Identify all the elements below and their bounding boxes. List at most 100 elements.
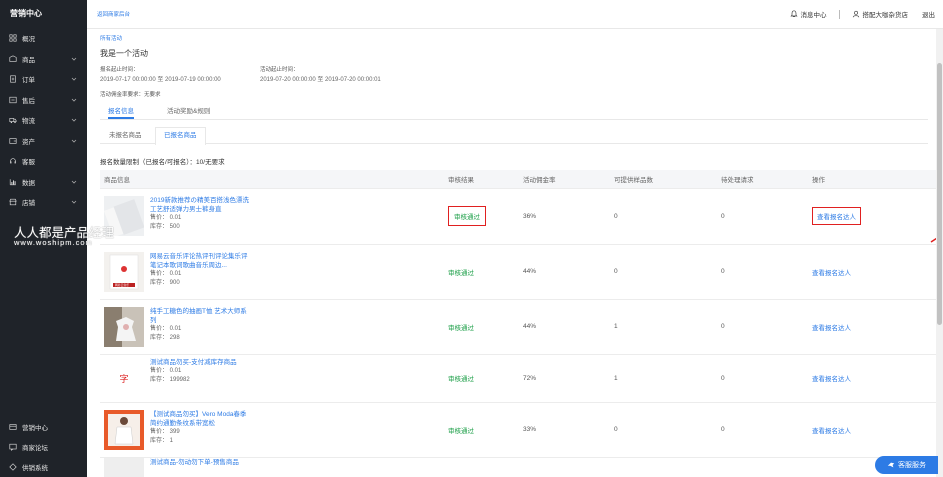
chevron-down-icon	[71, 57, 77, 61]
user-icon	[852, 10, 859, 18]
sidebar-item-label: 物流	[22, 118, 35, 126]
product-name-link[interactable]: 测试商品-勿动勿下单-预售商品	[150, 458, 250, 467]
thumbnail-caption: 网易云音乐	[115, 282, 129, 287]
sidebar-bottom-item-2[interactable]: 供销系统	[0, 457, 87, 477]
commission-rate: 44%	[519, 299, 610, 355]
main-tabs: 报名信息 活动奖励&规则	[100, 103, 928, 120]
back-to-merchant-link[interactable]: 返回商家后台	[97, 10, 130, 18]
product-thumbnail[interactable]: 字	[104, 358, 144, 398]
product-price: 售价： 399	[150, 428, 180, 435]
sidebar-item-6[interactable]: 客服	[0, 151, 87, 172]
sidebar-item-label: 数据	[22, 179, 35, 187]
message-center-button[interactable]: 消息中心	[789, 9, 827, 19]
page-scrollbar[interactable]	[936, 29, 943, 477]
product-name-link[interactable]: 纯手工糖色的抽画T恤 艺术大师系列	[150, 307, 250, 325]
product-icon	[9, 55, 17, 63]
store-icon	[9, 198, 17, 206]
product-name-link[interactable]: 2019新款推荐の精美百搭浅色漂洗工艺舒适弹力男士裤身直	[150, 196, 250, 214]
forum-icon	[9, 443, 17, 451]
commission-rate: 36%	[519, 188, 610, 245]
product-stock: 库存： 500	[150, 224, 180, 230]
sidebar-item-label: 售后	[22, 97, 35, 105]
sidebar-item-8[interactable]: 店铺	[0, 192, 87, 213]
product-name-link[interactable]: 【测试商品勿买】Vero Moda春季简约通勤条纹系带宽松	[150, 410, 250, 428]
table-row: 【测试商品勿买】Vero Moda春季简约通勤条纹系带宽松 售价： 399 库存…	[100, 402, 936, 458]
sidebar-item-label: 供销系统	[22, 465, 48, 472]
quota-text: 报名数量限制（已报名/可报名）：10/无要求	[100, 159, 225, 166]
view-applicants-link[interactable]: 查看报名达人	[812, 270, 851, 277]
commission-rate: 33%	[519, 402, 610, 458]
sidebar-item-4[interactable]: 物流	[0, 110, 87, 131]
subtab-not-signed-up[interactable]: 未报名商品	[100, 127, 151, 144]
chevron-down-icon	[71, 139, 77, 143]
table-row: 网易云音乐 网易云音乐评论热评刊评论集乐评笔记本歌词歌曲音乐周边... 售价： …	[100, 244, 936, 300]
product-price: 售价： 0.01	[150, 368, 182, 374]
tab-signup-info[interactable]: 报名信息	[108, 105, 134, 119]
message-center-label: 消息中心	[800, 12, 827, 19]
view-applicants-link[interactable]: 查看报名达人	[812, 428, 851, 435]
sidebar-bottom-item-1[interactable]: 商家论坛	[0, 437, 87, 457]
review-status-badge: 审核通过	[448, 376, 474, 383]
marketing-icon	[9, 423, 17, 431]
header-divider	[838, 9, 840, 19]
product-thumbnail[interactable]: 网易云音乐	[104, 251, 144, 292]
sidebar-item-1[interactable]: 商品	[0, 49, 87, 70]
sidebar-item-3[interactable]: 售后	[0, 90, 87, 111]
review-status-badge: 审核通过	[448, 324, 474, 332]
sidebar-item-0[interactable]: 概况	[0, 28, 87, 49]
sample-count: 0	[610, 402, 717, 458]
chevron-down-icon	[71, 200, 77, 204]
sidebar-item-7[interactable]: 数据	[0, 172, 87, 193]
product-price: 售价： 0.01	[150, 270, 182, 277]
activity-period-value: 2019-07-20 00:00:00 至 2019-07-20 00:00:0…	[260, 77, 381, 83]
review-status-badge: 审核通过	[448, 427, 474, 435]
review-status-badge: 审核通过	[448, 206, 486, 226]
chevron-down-icon	[71, 118, 77, 122]
sidebar-item-label: 客服	[22, 159, 35, 167]
tab-rewards-rules[interactable]: 活动奖励&规则	[167, 105, 210, 119]
main-content: 所有活动 我是一个活动 报名起止时间： 2019-07-17 00:00:00 …	[87, 29, 936, 477]
product-thumbnail[interactable]	[104, 457, 144, 477]
overview-icon	[9, 34, 17, 42]
product-thumbnail[interactable]	[104, 409, 144, 450]
view-applicants-link[interactable]: 查看报名达人	[812, 207, 861, 225]
product-stock: 库存： 199982	[150, 377, 190, 383]
col-review-result: 审核结果	[444, 170, 519, 189]
subtab-signed-up[interactable]: 已报名商品	[155, 127, 206, 145]
sample-count: 1	[610, 299, 717, 355]
col-action: 操作	[808, 170, 936, 189]
pending-count: 0	[717, 402, 808, 458]
signup-period-label: 报名起止时间：	[100, 67, 139, 73]
table-row: 2019新款推荐の精美百搭浅色漂洗工艺舒适弹力男士裤身直 售价： 0.01 库存…	[100, 188, 936, 245]
customer-service-label: 客服服务	[898, 462, 926, 469]
sample-count: 0	[610, 244, 717, 300]
after-sales-icon	[9, 96, 17, 104]
account-menu[interactable]: 搭配大咖杂货店	[852, 9, 909, 19]
sidebar-item-2[interactable]: 订单	[0, 69, 87, 90]
product-thumbnail[interactable]	[104, 306, 144, 347]
sidebar-item-label: 资产	[22, 138, 35, 146]
thumbnail-caption: 字	[119, 373, 129, 384]
col-product-info: 商品信息	[100, 170, 444, 189]
breadcrumb[interactable]: 所有活动	[100, 34, 122, 42]
product-price: 售价： 0.01	[150, 325, 182, 332]
customer-service-button[interactable]: 客服服务	[875, 456, 938, 474]
truck-icon	[9, 116, 17, 124]
product-name-link[interactable]: 网易云音乐评论热评刊评论集乐评笔记本歌词歌曲音乐周边...	[150, 252, 250, 270]
product-name-link[interactable]: 测试商品勿买-支付减库存商品	[150, 358, 250, 367]
bell-icon	[789, 10, 798, 17]
headset-icon	[9, 157, 17, 165]
sidebar-item-label: 概况	[22, 36, 35, 44]
table-row: 字 测试商品勿买-支付减库存商品 售价： 0.01 库存： 199982 审核通…	[100, 354, 936, 403]
sidebar-bottom-item-0[interactable]: 营销中心	[0, 417, 87, 437]
col-commission: 活动佣金率	[519, 170, 610, 189]
scrollbar-thumb[interactable]	[937, 63, 942, 325]
sidebar-item-5[interactable]: 资产	[0, 131, 87, 152]
logout-link[interactable]: 退出	[922, 9, 935, 19]
wallet-icon	[9, 137, 17, 145]
account-name: 搭配大咖杂货店	[862, 12, 909, 19]
view-applicants-link[interactable]: 查看报名达人	[812, 376, 851, 383]
view-applicants-link[interactable]: 查看报名达人	[812, 325, 851, 332]
pending-count: 0	[717, 354, 808, 403]
table-row: 纯手工糖色的抽画T恤 艺术大师系列 售价： 0.01 库存： 298 审核通过 …	[100, 299, 936, 355]
